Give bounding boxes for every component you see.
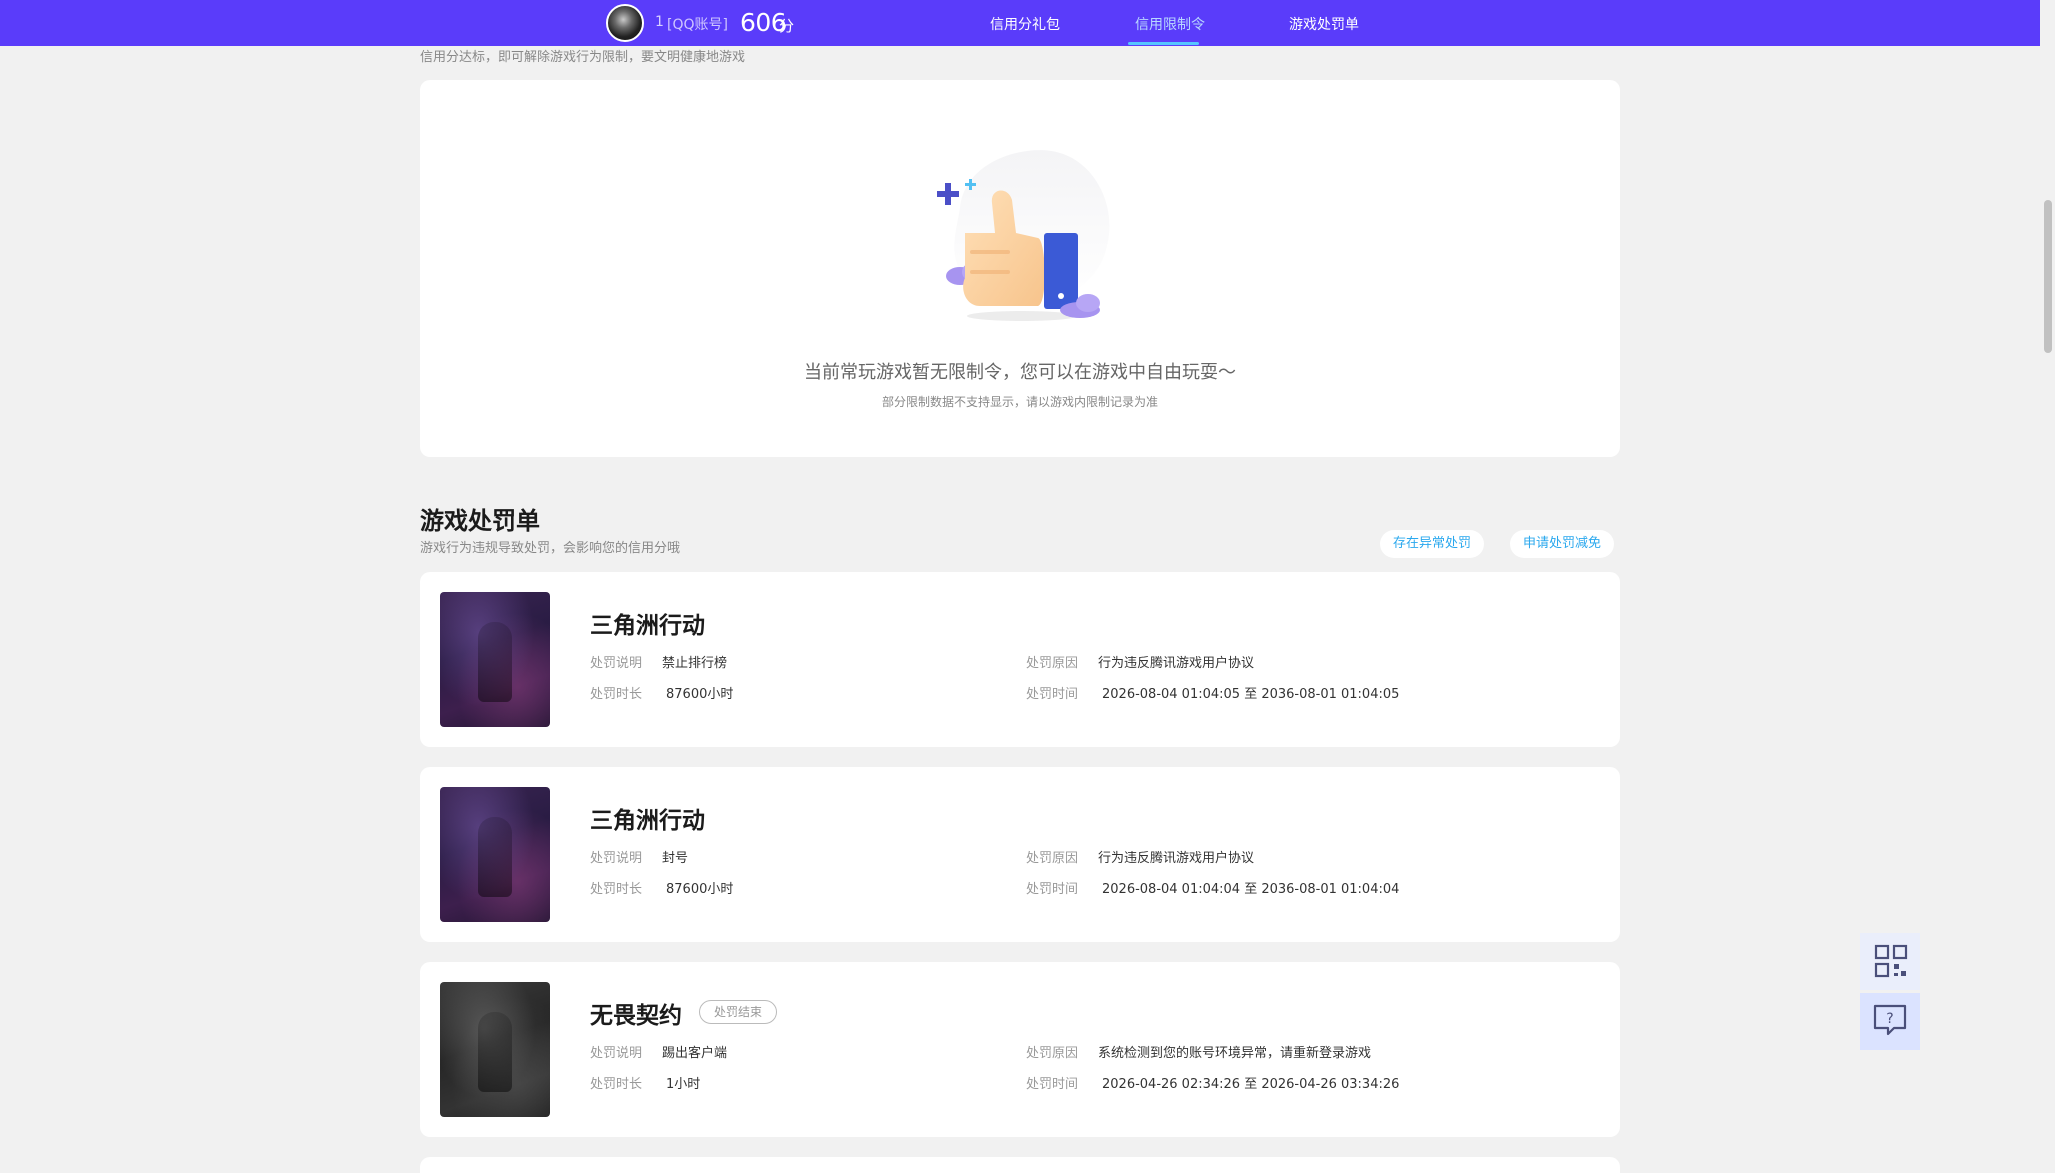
qr-code-button[interactable] xyxy=(1860,933,1920,990)
penalty-card: 三角洲行动 处罚说明 禁止排行榜 处罚时长 87600小时 处罚原因 行为违反腾… xyxy=(420,572,1620,747)
credit-score-unit: 分 xyxy=(779,17,795,35)
side-toolbar: ? xyxy=(1860,933,1920,1053)
desc-label: 处罚说明 xyxy=(590,656,643,671)
scrollbar-track[interactable] xyxy=(2040,0,2055,1173)
duration-label: 处罚时长 xyxy=(590,687,643,702)
empty-state-note: 部分限制数据不支持显示，请以游戏内限制记录为准 xyxy=(881,395,1158,409)
account-type: [QQ账号] xyxy=(667,17,728,33)
top-bar: 1 [QQ账号] 606 分 信用分礼包 信用限制令 游戏处罚单 xyxy=(0,0,2040,46)
nav-active-indicator xyxy=(1128,42,1199,45)
reason-value: 行为违反腾讯游戏用户协议 xyxy=(1098,851,1255,866)
desc-label: 处罚说明 xyxy=(590,1046,643,1061)
restriction-subtitle: 信用分达标，即可解除游戏行为限制，要文明健康地游戏 xyxy=(420,50,746,65)
desc-label: 处罚说明 xyxy=(590,851,643,866)
penalty-section-title: 游戏处罚单 xyxy=(420,507,540,535)
avatar[interactable] xyxy=(606,4,644,42)
reason-value: 行为违反腾讯游戏用户协议 xyxy=(1098,656,1255,671)
desc-value: 封号 xyxy=(662,851,689,866)
qr-code-icon xyxy=(1874,944,1908,978)
desc-value: 踢出客户端 xyxy=(662,1046,728,1061)
reason-label: 处罚原因 xyxy=(1026,1046,1079,1061)
game-name: 三角洲行动 xyxy=(590,808,705,834)
reason-value: 系统检测到您的账号环境异常，请重新登录游戏 xyxy=(1098,1046,1372,1061)
game-cover-image xyxy=(440,982,550,1117)
time-label: 处罚时间 xyxy=(1026,1077,1079,1092)
penalty-status-badge: 处罚结束 xyxy=(699,1000,778,1024)
time-label: 处罚时间 xyxy=(1026,882,1079,897)
game-name: 无畏契约 xyxy=(590,1003,682,1029)
time-value: 2026-04-26 02:34:26 至 2026-04-26 03:34:2… xyxy=(1102,1077,1400,1092)
apply-reduction-button[interactable]: 申请处罚减免 xyxy=(1510,530,1615,558)
help-chat-icon: ? xyxy=(1873,1004,1907,1036)
penalty-section-subtitle: 游戏行为违规导致处罚，会影响您的信用分哦 xyxy=(420,541,681,556)
nav-credit-restriction[interactable]: 信用限制令 xyxy=(1135,14,1205,34)
empty-state-title: 当前常玩游戏暂无限制令，您可以在游戏中自由玩耍～ xyxy=(804,362,1236,383)
account-name: 1 xyxy=(655,14,664,30)
time-value: 2026-08-04 01:04:05 至 2036-08-01 01:04:0… xyxy=(1102,687,1400,702)
reason-label: 处罚原因 xyxy=(1026,656,1079,671)
abnormal-penalty-button[interactable]: 存在异常处罚 xyxy=(1380,530,1485,558)
scrollbar-thumb[interactable] xyxy=(2044,200,2052,353)
svg-text:?: ? xyxy=(1886,1011,1893,1027)
penalty-card: 无畏契约 处罚结束 处罚说明 踢出客户端 处罚时长 1小时 处罚原因 系统检测到… xyxy=(420,962,1620,1137)
thumbs-up-illustration xyxy=(937,150,1110,321)
nav-credit-gift[interactable]: 信用分礼包 xyxy=(990,14,1060,34)
game-cover-image xyxy=(440,592,550,727)
duration-value: 87600小时 xyxy=(666,687,734,702)
duration-value: 87600小时 xyxy=(666,882,734,897)
desc-value: 禁止排行榜 xyxy=(662,656,728,671)
time-label: 处罚时间 xyxy=(1026,687,1079,702)
restriction-empty-card: 当前常玩游戏暂无限制令，您可以在游戏中自由玩耍～ 部分限制数据不支持显示，请以游… xyxy=(420,80,1620,457)
game-cover-image xyxy=(440,787,550,922)
reason-label: 处罚原因 xyxy=(1026,851,1079,866)
nav-game-penalty[interactable]: 游戏处罚单 xyxy=(1289,14,1359,34)
penalty-card: 三角洲行动 处罚说明 封号 处罚时长 87600小时 处罚原因 行为违反腾讯游戏… xyxy=(420,767,1620,942)
game-name: 三角洲行动 xyxy=(590,613,705,639)
penalty-card xyxy=(420,1157,1620,1173)
help-feedback-button[interactable]: ? xyxy=(1860,993,1920,1050)
duration-value: 1小时 xyxy=(666,1077,701,1092)
duration-label: 处罚时长 xyxy=(590,1077,643,1092)
page: 1 [QQ账号] 606 分 信用分礼包 信用限制令 游戏处罚单 信用分达标，即… xyxy=(0,0,2055,1173)
time-value: 2026-08-04 01:04:04 至 2036-08-01 01:04:0… xyxy=(1102,882,1400,897)
duration-label: 处罚时长 xyxy=(590,882,643,897)
